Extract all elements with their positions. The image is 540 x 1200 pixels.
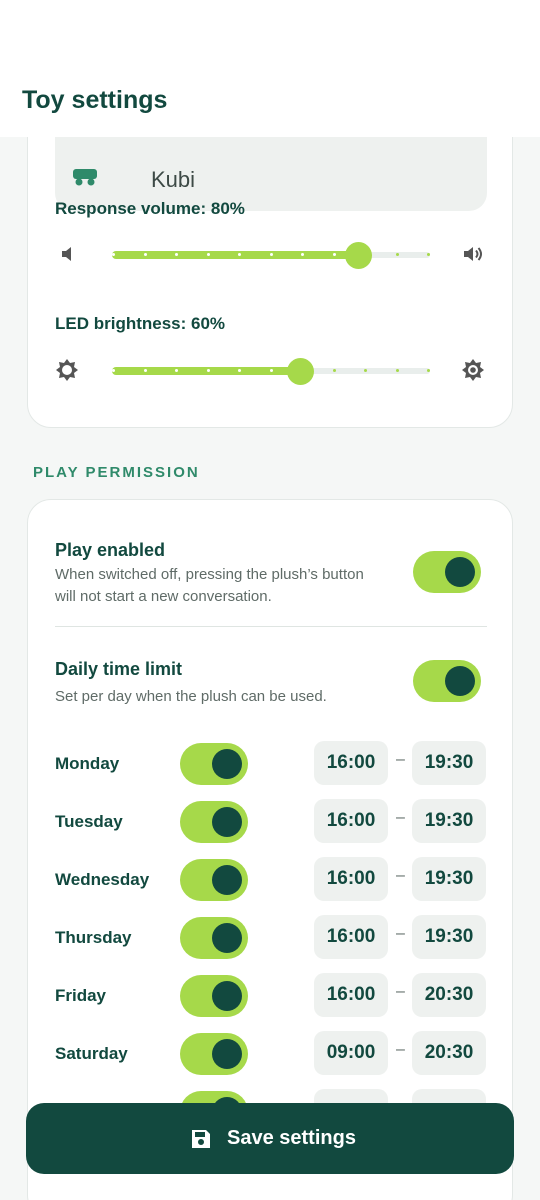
slider-tick	[270, 369, 273, 372]
time-separator: –	[396, 809, 405, 826]
divider	[55, 626, 487, 627]
time-separator: –	[396, 1041, 405, 1058]
schedule-end-time[interactable]: 20:30	[412, 1031, 486, 1075]
play-enabled-title: Play enabled	[55, 540, 166, 560]
slider-tick	[396, 369, 399, 372]
toggle-knob	[445, 557, 475, 587]
toggle-knob	[212, 749, 242, 779]
volume-slider-fill	[112, 251, 359, 259]
slider-tick	[333, 253, 336, 256]
slider-tick	[333, 369, 336, 372]
schedule-start-time[interactable]: 09:00	[314, 1031, 388, 1075]
play-enabled-description: When switched off, pressing the plush’s …	[55, 566, 364, 605]
schedule-day-name: Saturday	[55, 1044, 128, 1063]
schedule-day-name: Thursday	[55, 928, 132, 947]
toggle-knob	[212, 807, 242, 837]
schedule-day-name: Wednesday	[55, 870, 150, 889]
toggle-knob	[212, 865, 242, 895]
slider-tick	[144, 369, 147, 372]
slider-tick	[112, 369, 115, 372]
brightness-slider[interactable]	[112, 356, 430, 386]
schedule-start-time[interactable]: 16:00	[314, 799, 388, 843]
toggle-knob	[212, 923, 242, 953]
daily-limit-description: Set per day when the plush can be used.	[55, 688, 327, 705]
toggle-knob	[445, 666, 475, 696]
volume-slider-thumb[interactable]	[345, 242, 372, 269]
slider-tick	[270, 253, 273, 256]
settings-scroll-area[interactable]: Kubi Response volume: 80% LED brightness…	[0, 0, 540, 1200]
daily-limit-toggle[interactable]	[413, 660, 481, 702]
schedule-end-time[interactable]: 19:30	[412, 741, 486, 785]
play-enabled-toggle[interactable]	[413, 551, 481, 593]
slider-tick	[207, 253, 210, 256]
brightness-low-icon[interactable]	[54, 357, 80, 383]
schedule-day-toggle[interactable]	[180, 859, 248, 901]
schedule-day-toggle[interactable]	[180, 975, 248, 1017]
schedule-end-time[interactable]: 19:30	[412, 799, 486, 843]
slider-tick	[396, 253, 399, 256]
slider-tick	[364, 369, 367, 372]
time-separator: –	[396, 867, 405, 884]
brightness-high-icon[interactable]	[460, 357, 486, 383]
slider-tick	[207, 369, 210, 372]
daily-limit-title: Daily time limit	[55, 659, 183, 679]
time-separator: –	[396, 925, 405, 942]
play-permission-card: Play enabled When switched off, pressing…	[27, 499, 513, 1200]
schedule-day-name: Friday	[55, 986, 107, 1005]
schedule-end-time[interactable]: 19:30	[412, 857, 486, 901]
toggle-knob	[212, 981, 242, 1011]
schedule-day-toggle[interactable]	[180, 1033, 248, 1075]
save-settings-button[interactable]: Save settings	[26, 1103, 514, 1174]
time-separator: –	[396, 983, 405, 1000]
schedule-start-time[interactable]: 16:00	[314, 741, 388, 785]
slider-tick	[144, 253, 147, 256]
schedule-start-time[interactable]: 16:00	[314, 915, 388, 959]
save-settings-label: Save settings	[227, 1127, 356, 1149]
schedule-day-name: Tuesday	[55, 812, 123, 831]
slider-tick	[175, 253, 178, 256]
schedule-day-name: Monday	[55, 754, 120, 773]
schedule-day-toggle[interactable]	[180, 743, 248, 785]
time-separator: –	[396, 751, 405, 768]
brightness-label: LED brightness: 60%	[55, 314, 226, 333]
schedule-start-time[interactable]: 16:00	[314, 973, 388, 1017]
slider-tick	[427, 369, 430, 372]
volume-slider[interactable]	[112, 240, 430, 270]
slider-tick	[112, 253, 115, 256]
toggle-knob	[212, 1039, 242, 1069]
toy-name: Kubi	[151, 167, 196, 192]
slider-tick	[238, 369, 241, 372]
volume-low-icon[interactable]	[56, 241, 82, 267]
slider-tick	[301, 253, 304, 256]
schedule-start-time[interactable]: 16:00	[314, 857, 388, 901]
volume-high-icon[interactable]	[460, 241, 486, 267]
toy-icon	[73, 169, 97, 186]
page-title: Toy settings	[22, 86, 168, 114]
volume-label: Response volume: 80%	[55, 199, 245, 218]
schedule-day-toggle[interactable]	[180, 801, 248, 843]
slider-tick	[238, 253, 241, 256]
section-title-play-permission: PLAY PERMISSION	[33, 464, 200, 481]
save-icon	[192, 1130, 210, 1148]
schedule-day-toggle[interactable]	[180, 917, 248, 959]
app-bar: Toy settings	[0, 0, 540, 137]
slider-tick	[427, 253, 430, 256]
schedule-end-time[interactable]: 20:30	[412, 973, 486, 1017]
slider-tick	[175, 369, 178, 372]
schedule-end-time[interactable]: 19:30	[412, 915, 486, 959]
brightness-slider-thumb[interactable]	[287, 358, 314, 385]
